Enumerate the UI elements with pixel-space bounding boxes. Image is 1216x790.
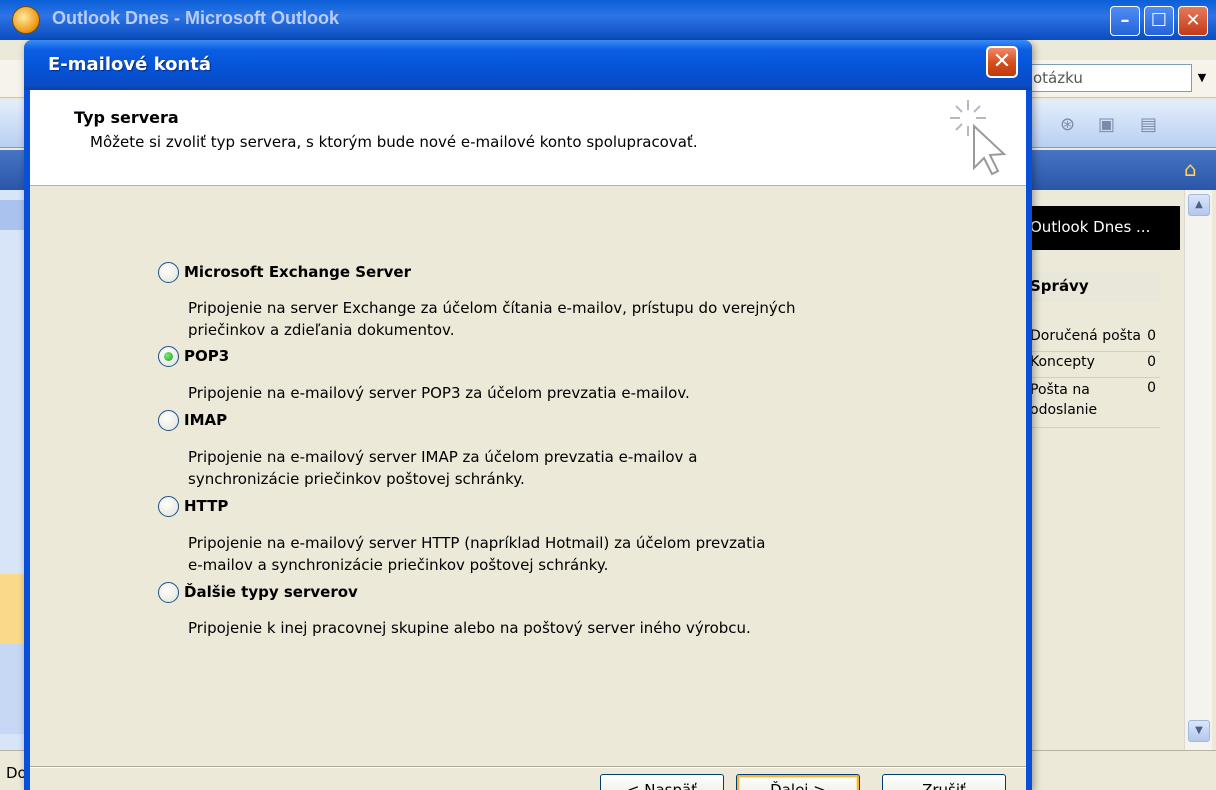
forward-icon[interactable]: ⊛ xyxy=(1060,114,1075,135)
option-pop3-description: Pripojenie na e-mailový server POP3 za ú… xyxy=(188,384,690,402)
option-pop3-label[interactable]: POP3 xyxy=(184,347,229,365)
option-exchange-label[interactable]: Microsoft Exchange Server xyxy=(184,263,411,281)
option-imap-label[interactable]: IMAP xyxy=(184,411,227,429)
outlook-today-icon[interactable]: ⌂ xyxy=(1184,157,1197,181)
maximize-button[interactable]: ☐ xyxy=(1144,6,1174,36)
close-window-button[interactable]: ✕ xyxy=(1178,6,1208,36)
wizard-header: Typ servera Môžete si zvoliť typ servera… xyxy=(30,90,1026,186)
radio-exchange[interactable] xyxy=(158,262,179,283)
scroll-up-icon[interactable]: ▲ xyxy=(1188,194,1210,216)
option-http-label[interactable]: HTTP xyxy=(184,497,228,515)
messages-heading: Správy xyxy=(1016,272,1160,302)
radio-other[interactable] xyxy=(158,582,179,603)
page-subtitle: Môžete si zvoliť typ servera, s ktorým b… xyxy=(90,133,698,151)
next-button[interactable]: Ďalej > xyxy=(736,774,860,790)
folder-row-outbox[interactable]: Pošta na odoslanie 0 xyxy=(1016,380,1160,428)
address-book-icon[interactable]: ▣ xyxy=(1098,114,1115,135)
vertical-scrollbar[interactable]: ▲ ▼ xyxy=(1184,190,1212,750)
ask-question-dropdown-icon[interactable]: ▼ xyxy=(1192,64,1212,92)
wizard-cursor-icon xyxy=(950,100,1007,176)
back-button[interactable]: < Naspäť xyxy=(600,774,724,790)
cancel-button[interactable]: Zrušiť xyxy=(882,774,1006,790)
outlook-app-icon xyxy=(12,6,40,34)
scroll-down-icon[interactable]: ▼ xyxy=(1188,720,1210,742)
option-other-description: Pripojenie k inej pracovnej skupine aleb… xyxy=(188,619,751,637)
radio-pop3[interactable] xyxy=(158,346,179,367)
option-exchange-description: Pripojenie na server Exchange za účelom … xyxy=(188,299,796,339)
radio-http[interactable] xyxy=(158,496,179,517)
dialog-title: E-mailové kontá xyxy=(48,54,212,75)
dialog-close-button[interactable]: ✕ xyxy=(986,46,1018,78)
folder-row-inbox[interactable]: Doručená pošta 0 xyxy=(1016,328,1160,352)
main-window-title: Outlook Dnes - Microsoft Outlook xyxy=(52,8,339,28)
option-imap-description: Pripojenie na e-mailový server IMAP za ú… xyxy=(188,448,698,488)
dialog-body: Typ servera Môžete si zvoliť typ servera… xyxy=(30,90,1026,790)
page-title: Typ servera xyxy=(74,108,179,127)
ask-question-input[interactable]: otázku xyxy=(1028,64,1192,92)
minimize-button[interactable]: – xyxy=(1110,6,1140,36)
email-accounts-dialog: E-mailové kontá ✕ Typ servera Môžete si … xyxy=(24,40,1032,790)
folder-row-drafts[interactable]: Koncepty 0 xyxy=(1016,354,1160,378)
radio-imap[interactable] xyxy=(158,410,179,431)
button-separator xyxy=(30,766,1026,768)
option-http-description: Pripojenie na e-mailový server HTTP (nap… xyxy=(188,534,766,574)
outlook-today-header[interactable]: Outlook Dnes ... xyxy=(1016,206,1180,250)
calendar-icon[interactable]: ▤ xyxy=(1140,114,1157,135)
option-other-label[interactable]: Ďalšie typy serverov xyxy=(184,583,358,601)
